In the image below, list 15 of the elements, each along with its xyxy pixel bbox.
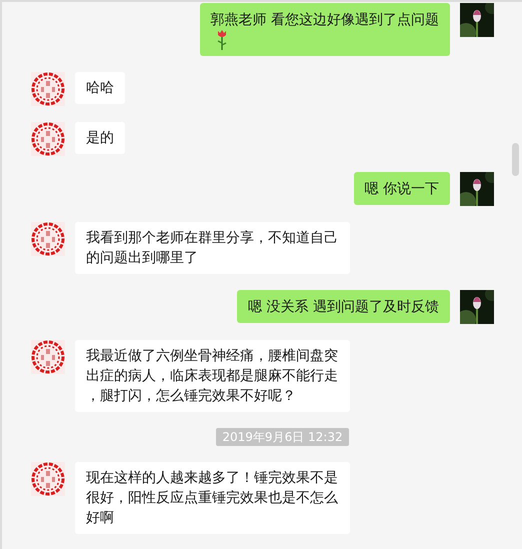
seal-avatar-icon bbox=[31, 72, 65, 106]
message-bubble: 现在这样的人越来越多了！锤完效果不是很好，阳性反应点重锤完效果也是不怎么好啊 bbox=[75, 462, 350, 534]
seal-avatar-icon bbox=[31, 462, 65, 496]
scrollbar[interactable] bbox=[512, 143, 519, 176]
message-bubble: 嗯 你说一下 bbox=[354, 172, 450, 205]
seal-avatar-icon bbox=[31, 222, 65, 256]
message-bubble: 我最近做了六例坐骨神经痛，腰椎间盘突出症的病人，临床表现都是腿麻不能行走，腿打闪，怎么锤完效果不好呢？ bbox=[75, 340, 350, 412]
message-bubble: 嗯 没关系 遇到问题了及时反馈 bbox=[237, 290, 450, 323]
seal-avatar-icon bbox=[31, 340, 65, 374]
message-bubble: 郭燕老师 看您这边好像遇到了点问题 bbox=[200, 3, 450, 56]
message-bubble: 是的 bbox=[75, 122, 125, 154]
seal-avatar-icon bbox=[31, 122, 65, 156]
timestamp: 2019年9月6日 12:32 bbox=[216, 428, 349, 446]
message-bubble: 哈哈 bbox=[75, 72, 125, 104]
message-bubble: 我看到那个老师在群里分享，不知道自己的问题出到哪里了 bbox=[75, 222, 350, 274]
